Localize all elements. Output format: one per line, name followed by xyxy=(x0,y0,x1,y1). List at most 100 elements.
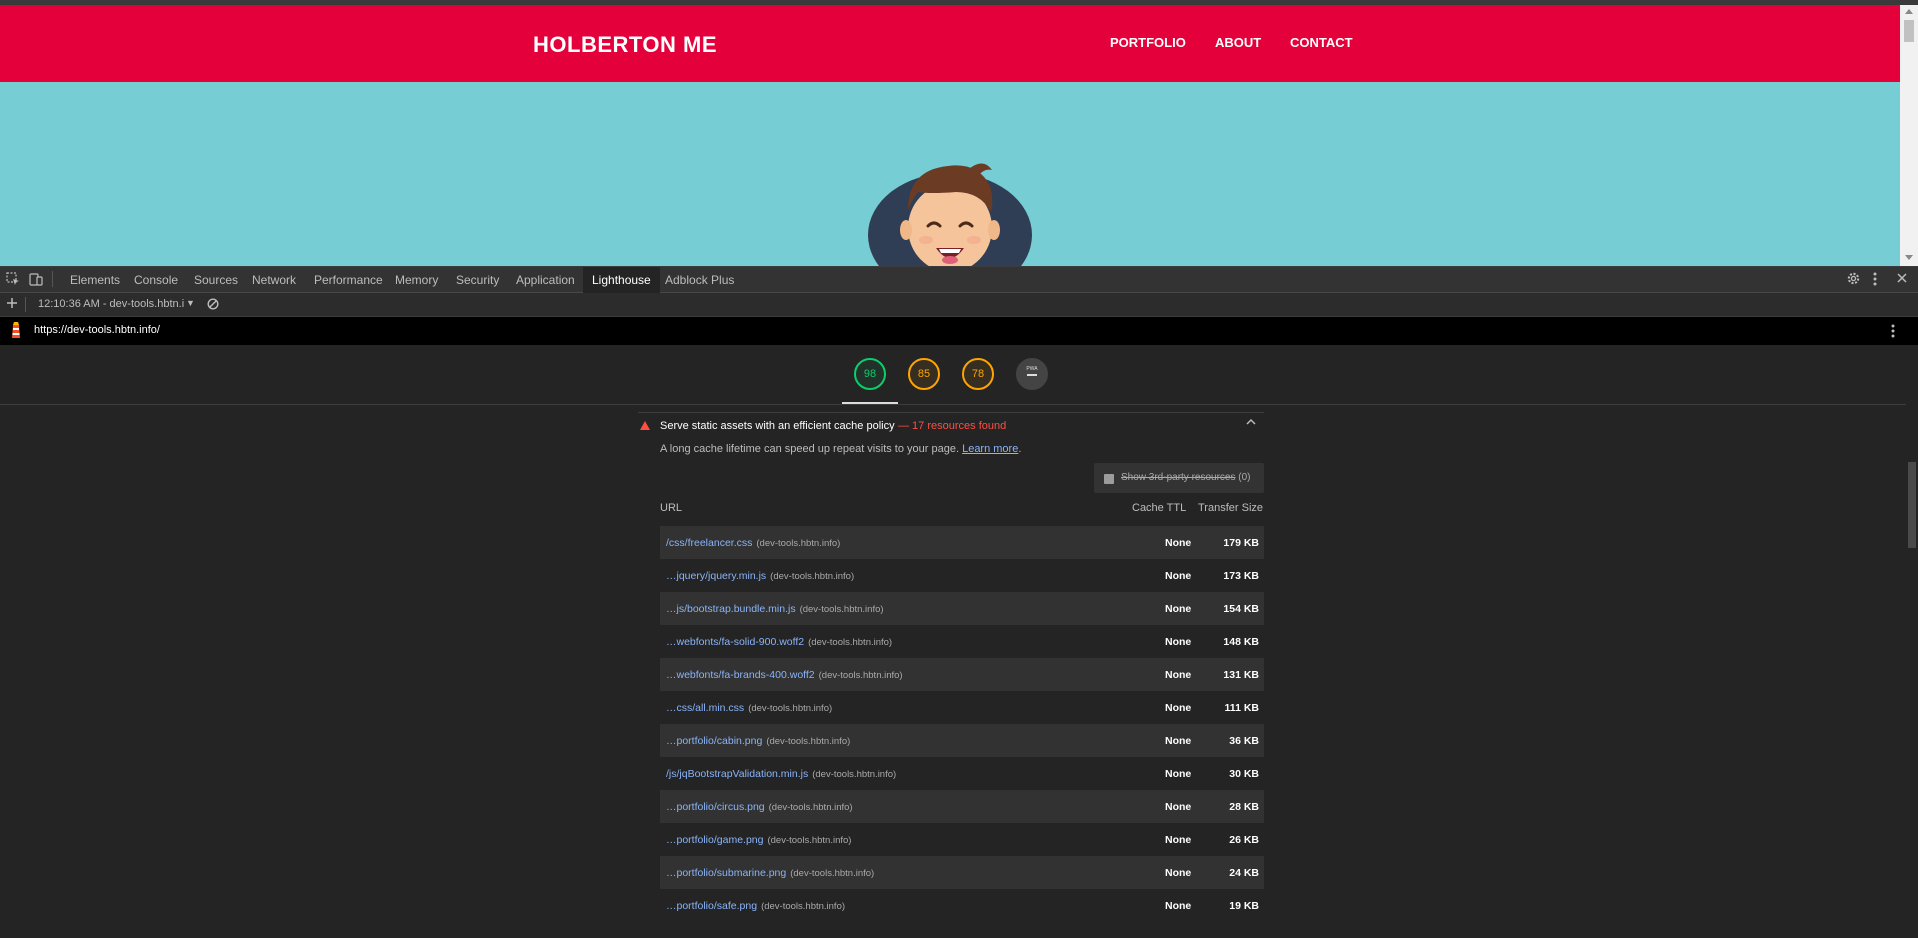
resource-url[interactable]: …portfolio/safe.png (dev-tools.hbtn.info) xyxy=(666,900,845,912)
gauge-best-practices[interactable]: 78 xyxy=(962,358,994,390)
resource-url[interactable]: …portfolio/submarine.png (dev-tools.hbtn.… xyxy=(666,867,874,879)
inspect-icon[interactable] xyxy=(6,272,20,289)
table-row: …webfonts/fa-solid-900.woff2 (dev-tools.h… xyxy=(660,625,1264,658)
resource-path[interactable]: /css/freelancer.css xyxy=(666,537,752,549)
table-row: /css/freelancer.css (dev-tools.hbtn.info)… xyxy=(660,526,1264,559)
audit-header[interactable]: Serve static assets with an efficient ca… xyxy=(638,412,1264,436)
chevron-down-icon[interactable]: ▼ xyxy=(186,298,195,308)
tab-memory[interactable]: Memory xyxy=(387,267,446,293)
gauge-accessibility[interactable]: 85 xyxy=(908,358,940,390)
site-brand-link[interactable]: HOLBERTON ME xyxy=(533,32,717,58)
settings-icon[interactable] xyxy=(1846,271,1861,289)
resource-path[interactable]: …js/bootstrap.bundle.min.js xyxy=(666,603,796,615)
gauge-performance[interactable]: 98 xyxy=(854,358,886,390)
report-selector[interactable]: 12:10:36 AM - dev-tools.hbtn.i xyxy=(38,298,184,310)
tab-adblock-plus[interactable]: Adblock Plus xyxy=(657,267,742,293)
transfer-size-value: 26 KB xyxy=(1229,834,1259,846)
resource-host: (dev-tools.hbtn.info) xyxy=(770,571,855,582)
audit-description: A long cache lifetime can speed up repea… xyxy=(660,443,1021,455)
learn-more-link[interactable]: Learn more xyxy=(962,443,1018,455)
clear-icon[interactable] xyxy=(207,298,219,313)
scroll-down-icon[interactable] xyxy=(1905,255,1913,260)
tab-console[interactable]: Console xyxy=(126,267,186,293)
cache-ttl-value: None xyxy=(1165,669,1192,681)
more-icon[interactable] xyxy=(1872,271,1878,290)
cache-ttl-value: None xyxy=(1165,900,1192,912)
third-party-checkbox[interactable] xyxy=(1104,474,1114,484)
scroll-up-icon[interactable] xyxy=(1905,9,1913,14)
cache-ttl-value: None xyxy=(1165,537,1192,549)
table-row: …portfolio/game.png (dev-tools.hbtn.info)… xyxy=(660,823,1264,856)
resource-host: (dev-tools.hbtn.info) xyxy=(767,835,852,846)
active-gauge-indicator xyxy=(842,402,898,404)
nav-link-about[interactable]: ABOUT xyxy=(1215,35,1261,50)
close-icon[interactable] xyxy=(1896,272,1908,287)
audit-title: Serve static assets with an efficient ca… xyxy=(660,420,895,432)
table-row: …portfolio/cabin.png (dev-tools.hbtn.info… xyxy=(660,724,1264,757)
nav-link-portfolio[interactable]: PORTFOLIO xyxy=(1110,35,1186,50)
resource-url[interactable]: …js/bootstrap.bundle.min.js (dev-tools.hb… xyxy=(666,603,884,615)
resource-url[interactable]: /css/freelancer.css (dev-tools.hbtn.info) xyxy=(666,537,840,549)
chevron-up-icon[interactable] xyxy=(1246,417,1256,430)
tab-lighthouse[interactable]: Lighthouse xyxy=(583,267,660,293)
third-party-label-text: Show 3rd-party resources xyxy=(1121,472,1236,483)
transfer-size-value: 19 KB xyxy=(1229,900,1259,912)
resource-table: /css/freelancer.css (dev-tools.hbtn.info)… xyxy=(660,526,1264,922)
cache-ttl-value: None xyxy=(1165,867,1192,879)
table-row: …css/all.min.css (dev-tools.hbtn.info) Non… xyxy=(660,691,1264,724)
toolbar-divider xyxy=(52,271,53,287)
resource-url[interactable]: …portfolio/circus.png (dev-tools.hbtn.inf… xyxy=(666,801,853,813)
resource-path[interactable]: …portfolio/circus.png xyxy=(666,801,765,813)
resource-url[interactable]: …webfonts/fa-brands-400.woff2 (dev-tools.… xyxy=(666,669,903,681)
resource-host: (dev-tools.hbtn.info) xyxy=(790,868,875,879)
column-transfer-size: Transfer Size xyxy=(1198,502,1264,514)
resource-path[interactable]: …jquery/jquery.min.js xyxy=(666,570,766,582)
resource-host: (dev-tools.hbtn.info) xyxy=(756,538,841,549)
resource-url[interactable]: /js/jqBootstrapValidation.min.js (dev-too… xyxy=(666,768,896,780)
page-scrollbar-thumb[interactable] xyxy=(1904,20,1914,42)
cache-ttl-value: None xyxy=(1165,834,1192,846)
gauge-pwa[interactable]: PWA xyxy=(1016,358,1048,390)
period: . xyxy=(1018,443,1022,455)
resource-path[interactable]: …css/all.min.css xyxy=(666,702,744,714)
transfer-size-value: 111 KB xyxy=(1224,702,1259,714)
table-row: …webfonts/fa-brands-400.woff2 (dev-tools.… xyxy=(660,658,1264,691)
tab-security[interactable]: Security xyxy=(448,267,507,293)
table-row: /js/jqBootstrapValidation.min.js (dev-too… xyxy=(660,757,1264,790)
resource-path[interactable]: …portfolio/game.png xyxy=(666,834,763,846)
resource-path[interactable]: …portfolio/safe.png xyxy=(666,900,757,912)
tab-network[interactable]: Network xyxy=(244,267,304,293)
resource-path[interactable]: …portfolio/cabin.png xyxy=(666,735,762,747)
resource-url[interactable]: …webfonts/fa-solid-900.woff2 (dev-tools.h… xyxy=(666,636,892,648)
tab-sources[interactable]: Sources xyxy=(186,267,246,293)
tab-elements[interactable]: Elements xyxy=(62,267,128,293)
resource-url[interactable]: …portfolio/cabin.png (dev-tools.hbtn.info… xyxy=(666,735,850,747)
transfer-size-value: 24 KB xyxy=(1229,867,1259,879)
audit-found-count: — 17 resources found xyxy=(898,420,1007,432)
page-viewport: HOLBERTON ME PORTFOLIO ABOUT CONTACT xyxy=(0,0,1918,266)
add-icon[interactable] xyxy=(6,297,18,312)
transfer-size-value: 131 KB xyxy=(1223,669,1259,681)
resource-url[interactable]: …jquery/jquery.min.js (dev-tools.hbtn.inf… xyxy=(666,570,854,582)
resource-host: (dev-tools.hbtn.info) xyxy=(761,901,846,912)
tab-application[interactable]: Application xyxy=(508,267,583,293)
resource-host: (dev-tools.hbtn.info) xyxy=(799,604,884,615)
resource-path[interactable]: …webfonts/fa-brands-400.woff2 xyxy=(666,669,815,681)
third-party-filter[interactable]: Show 3rd-party resources (0) xyxy=(1094,463,1264,493)
page-scrollbar[interactable] xyxy=(1900,5,1918,266)
resource-path[interactable]: …portfolio/submarine.png xyxy=(666,867,786,879)
warning-icon xyxy=(640,421,650,430)
nav-link-contact[interactable]: CONTACT xyxy=(1290,35,1353,50)
more-icon[interactable] xyxy=(1890,323,1896,344)
cache-ttl-value: None xyxy=(1165,570,1192,582)
resource-url[interactable]: …css/all.min.css (dev-tools.hbtn.info) xyxy=(666,702,832,714)
tab-performance[interactable]: Performance xyxy=(306,267,391,293)
toolbar-divider xyxy=(25,297,26,312)
resource-path[interactable]: /js/jqBootstrapValidation.min.js xyxy=(666,768,808,780)
transfer-size-value: 179 KB xyxy=(1223,537,1259,549)
resource-path[interactable]: …webfonts/fa-solid-900.woff2 xyxy=(666,636,804,648)
devtools-scrollbar-thumb[interactable] xyxy=(1908,462,1916,548)
resource-url[interactable]: …portfolio/game.png (dev-tools.hbtn.info) xyxy=(666,834,851,846)
table-header: URL Cache TTL Transfer Size xyxy=(660,502,1264,522)
device-toolbar-icon[interactable] xyxy=(29,272,43,289)
